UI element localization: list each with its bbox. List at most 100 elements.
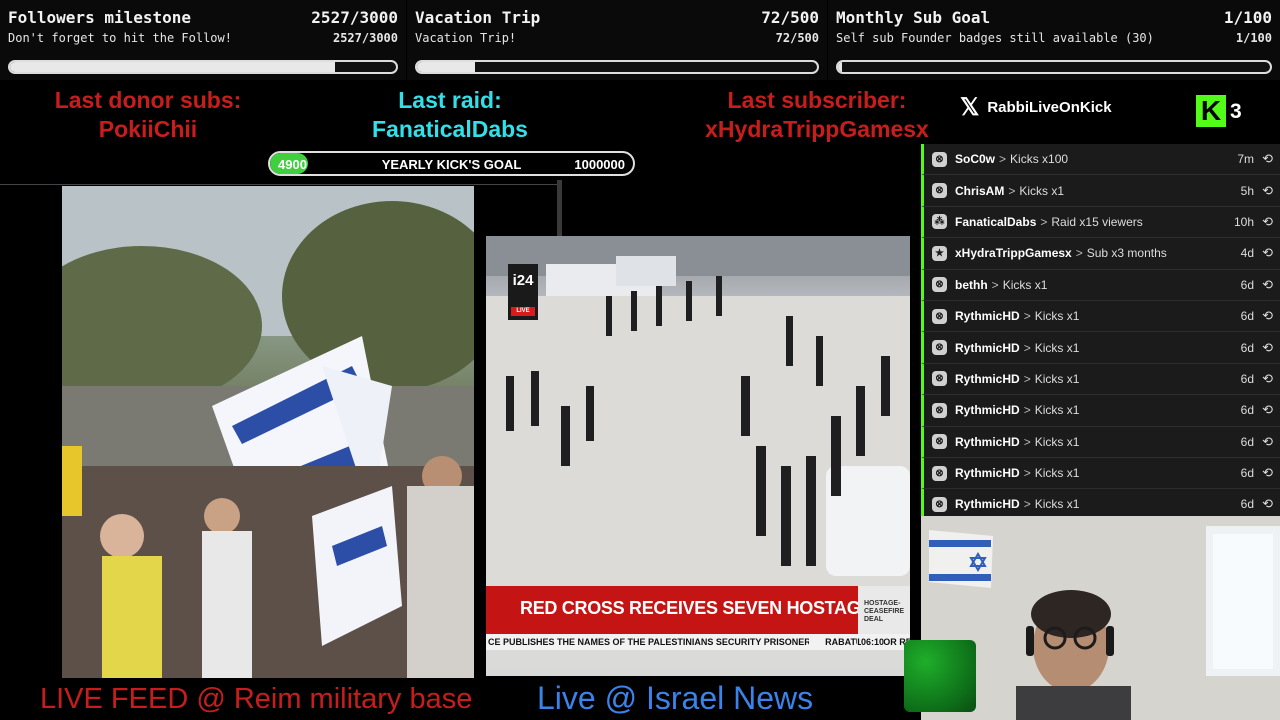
divider-line <box>557 180 562 236</box>
event-row: ⊗ RythmicHD > Kicks x1 6d ⟲ <box>921 300 1280 333</box>
left-video-feed[interactable] <box>62 186 474 678</box>
chevron-right-icon: > <box>1023 497 1031 512</box>
event-user: RythmicHD <box>955 340 1020 355</box>
kick-icon: ⊗ <box>932 151 947 167</box>
goal-value: 1/100 <box>1223 8 1272 27</box>
star-icon: ★ <box>932 245 947 261</box>
event-row: ⊗ RythmicHD > Kicks x1 6d ⟲ <box>921 363 1280 396</box>
event-time: 4d <box>1240 246 1254 261</box>
goal-title: Vacation Trip <box>415 8 541 27</box>
raid-icon: ⁂ <box>932 214 947 230</box>
kick-logo-icon: K <box>1196 95 1226 127</box>
chevron-right-icon: > <box>1023 403 1031 418</box>
event-action: Kicks x1 <box>1034 340 1080 355</box>
chevron-right-icon: > <box>1023 340 1031 355</box>
chevron-right-icon: > <box>1023 466 1031 481</box>
goal-value: 2527/3000 <box>311 8 398 27</box>
event-row: ★ xHydraTrippGamesx > Sub x3 months 4d ⟲ <box>921 238 1280 270</box>
goal-monthly-sub: Monthly Sub Goal Self sub Founder badges… <box>828 0 1280 80</box>
event-row: ⊗ ChrisAM > Kicks x1 5h ⟲ <box>921 175 1280 207</box>
ticker-time: 06:10 <box>860 637 884 647</box>
goal-progress-fill <box>417 62 475 72</box>
last-raid-label: Last raid: <box>398 87 502 113</box>
chevron-right-icon: > <box>1008 183 1016 198</box>
kick-icon: ⊗ <box>932 496 947 512</box>
replay-icon[interactable]: ⟲ <box>1262 340 1273 356</box>
event-row: ⊗ RythmicHD > Kicks x1 6d ⟲ <box>921 426 1280 458</box>
channel-logo: i24 LIVE <box>508 264 538 320</box>
kick-icon: ⊗ <box>932 434 947 450</box>
divider-line <box>0 184 560 185</box>
crowd-with-flags-image <box>62 186 474 678</box>
event-action: Kicks x1 <box>1034 466 1080 481</box>
replay-icon[interactable]: ⟲ <box>1262 371 1273 387</box>
event-action: Kicks x100 <box>1010 152 1069 167</box>
chevron-right-icon: > <box>991 277 999 292</box>
event-time: 6d <box>1240 371 1254 386</box>
chevron-right-icon: > <box>1023 371 1031 386</box>
kick-icon: ⊗ <box>932 402 947 418</box>
goal-value-secondary: 1/100 <box>1235 31 1272 45</box>
goal-value-secondary: 72/500 <box>775 31 819 45</box>
news-video-feed[interactable]: i24 LIVE RED CROSS RECEIVES SEVEN HOSTAG… <box>486 236 910 676</box>
event-time: 10h <box>1233 214 1254 229</box>
goal-subtitle: Vacation Trip! <box>415 31 517 45</box>
event-action: Raid x15 viewers <box>1051 214 1143 229</box>
yearly-goal-max: 1000000 <box>574 157 625 172</box>
goal-progress-fill <box>838 62 843 72</box>
replay-icon[interactable]: ⟲ <box>1262 277 1273 293</box>
event-action: Kicks x1 <box>1034 309 1080 324</box>
news-ticker: CE PUBLISHES THE NAMES OF THE PALESTINIA… <box>486 634 910 650</box>
replay-icon[interactable]: ⟲ <box>1262 434 1273 450</box>
chyron-topic-tag: HOSTAGE- CEASEFIRE DEAL <box>858 586 910 634</box>
goal-value: 72/500 <box>761 8 819 27</box>
event-time: 6d <box>1240 434 1254 449</box>
event-action: Kicks x1 <box>1019 183 1065 198</box>
event-user: RythmicHD <box>955 371 1020 386</box>
last-donor-label: Last donor subs: <box>54 87 242 113</box>
last-donor: Last donor subs: PokiiChii <box>28 86 268 144</box>
chevron-right-icon: > <box>999 152 1007 167</box>
replay-icon[interactable]: ⟲ <box>1262 214 1273 230</box>
replay-icon[interactable]: ⟲ <box>1262 496 1273 512</box>
event-time: 6d <box>1240 497 1254 512</box>
replay-icon[interactable]: ⟲ <box>1262 465 1273 481</box>
event-row: ⊗ RythmicHD > Kicks x1 6d ⟲ <box>921 395 1280 427</box>
event-time: 7m <box>1237 152 1254 167</box>
event-row: ⊗ RythmicHD > Kicks x1 6d ⟲ <box>921 489 1280 516</box>
right-feed-caption: Live @ Israel News <box>537 680 814 716</box>
goal-progress-bar <box>8 60 398 74</box>
channel-logo-text: i24 <box>512 272 534 289</box>
event-row: ⊗ SoC0w > Kicks x100 7m ⟲ <box>921 144 1280 176</box>
news-chyron-headline: RED CROSS RECEIVES SEVEN HOSTAGES HOSTAG… <box>486 586 910 634</box>
event-user: RythmicHD <box>955 466 1020 481</box>
kick-viewer-count: 3 <box>1230 100 1242 123</box>
social-handle: 𝕏 RabbiLiveOnKick <box>960 93 1112 122</box>
event-action: Kicks x1 <box>1034 497 1080 512</box>
replay-icon[interactable]: ⟲ <box>1262 151 1273 167</box>
event-row: ⊗ RythmicHD > Kicks x1 6d ⟲ <box>921 457 1280 490</box>
event-row: ⊗ bethh > Kicks x1 6d ⟲ <box>921 269 1280 301</box>
event-user: ChrisAM <box>955 183 1005 198</box>
replay-icon[interactable]: ⟲ <box>1262 402 1273 418</box>
last-subscriber-name: xHydraTrippGamesx <box>705 116 929 142</box>
event-feed: ⊗ SoC0w > Kicks x100 7m ⟲ ⊗ ChrisAM > Kicks x1 5h ⟲… <box>921 144 1280 516</box>
goal-followers: Followers milestone Don't forget to hit … <box>0 0 406 80</box>
goal-subtitle: Self sub Founder badges still available … <box>836 31 1154 45</box>
yearly-goal-bar: 4900 YEARLY KICK'S GOAL 1000000 <box>268 151 635 176</box>
replay-icon[interactable]: ⟲ <box>1262 245 1273 261</box>
kick-icon: ⊗ <box>932 465 947 481</box>
replay-icon[interactable]: ⟲ <box>1262 308 1273 324</box>
kick-icon: ⊗ <box>932 371 947 387</box>
event-action: Kicks x1 <box>1034 403 1080 418</box>
event-time: 6d <box>1240 403 1254 418</box>
event-action: Kicks x1 <box>1002 277 1048 292</box>
last-raid-name: FanaticalDabs <box>372 116 528 142</box>
goal-progress-bar <box>836 60 1272 74</box>
event-user: bethh <box>955 277 988 292</box>
chyron-headline-text: RED CROSS RECEIVES SEVEN HOSTAGES <box>520 598 884 618</box>
goal-subtitle: Don't forget to hit the Follow! <box>8 31 232 45</box>
chevron-right-icon: > <box>1023 309 1031 324</box>
event-user: xHydraTrippGamesx <box>955 246 1072 261</box>
replay-icon[interactable]: ⟲ <box>1262 183 1273 199</box>
